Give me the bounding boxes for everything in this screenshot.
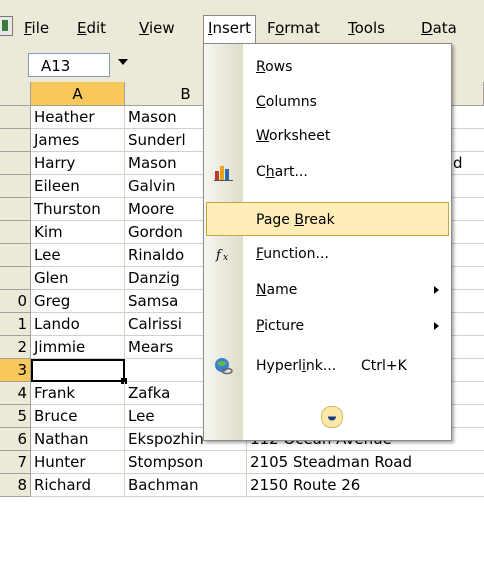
cell-address[interactable]: 2150 Route 26 [247, 474, 484, 497]
row-header[interactable]: 6 [0, 428, 31, 451]
select-all-corner[interactable] [0, 82, 31, 106]
cell-first-name[interactable]: Eileen [31, 175, 125, 198]
name-box[interactable]: A13 [28, 53, 110, 77]
menu-item-label: Hyperlink... [256, 358, 337, 374]
cell-first-name[interactable]: Richard [31, 474, 125, 497]
name-box-dropdown-icon[interactable] [118, 59, 128, 65]
menu-item-label: Name [256, 282, 298, 298]
table-row: 8 Richard Bachman 2150 Route 26 [0, 474, 484, 497]
cell-first-name[interactable]: Bruce [31, 405, 125, 428]
cell-first-name[interactable]: Jimmie [31, 336, 125, 359]
menu-item-columns[interactable]: Columns [204, 85, 451, 119]
cell-first-name[interactable]: Harry [31, 152, 125, 175]
cell-last-name[interactable]: Stompson [125, 451, 247, 474]
menu-item-label: Worksheet [256, 128, 331, 144]
expand-chevron-icon[interactable]: ⯋ [321, 406, 343, 428]
menu-insert[interactable]: Insert [203, 15, 257, 45]
shortcut-label: Ctrl+K [361, 358, 407, 374]
row-header[interactable]: 1 [0, 313, 31, 336]
menu-item-hyperlink[interactable]: Hyperlink... Ctrl+K [204, 349, 451, 383]
row-header[interactable]: 0 [0, 290, 31, 313]
menu-item-chart[interactable]: Chart... [204, 155, 451, 189]
function-icon: fx [215, 248, 228, 263]
insert-menu: Rows Columns Worksheet Chart... Page Break f x… [203, 43, 452, 441]
cell-last-name[interactable]: Bachman [125, 474, 247, 497]
menu-item-label: Rows [256, 59, 293, 75]
cell-first-name[interactable]: Frank [31, 382, 125, 405]
cell-first-name[interactable]: Hunter [31, 451, 125, 474]
cell-first-name[interactable]: Greg [31, 290, 125, 313]
cell-first-name[interactable]: Lee [31, 244, 125, 267]
row-header[interactable] [0, 244, 31, 267]
row-header[interactable]: 3 [0, 359, 31, 382]
row-header[interactable] [0, 106, 31, 129]
submenu-arrow-icon [434, 286, 439, 294]
menu-item-label: Chart... [256, 164, 308, 180]
cell-first-name[interactable]: Lando [31, 313, 125, 336]
chart-icon [214, 166, 233, 181]
menu-item-picture[interactable]: Picture [204, 309, 451, 343]
menu-file[interactable]: File [22, 16, 51, 40]
menu-item-worksheet[interactable]: Worksheet [204, 119, 451, 153]
row-header[interactable] [0, 129, 31, 152]
workbook-icon[interactable] [0, 16, 13, 36]
menu-item-label: Picture [256, 318, 305, 334]
cell-first-name[interactable]: Heather [31, 106, 125, 129]
cell-first-name[interactable]: Glen [31, 267, 125, 290]
menu-item-label: Function... [256, 246, 329, 262]
row-header[interactable]: 7 [0, 451, 31, 474]
row-header[interactable]: 4 [0, 382, 31, 405]
row-header[interactable] [0, 267, 31, 290]
cell-first-name[interactable]: Nathan [31, 428, 125, 451]
row-header[interactable] [0, 221, 31, 244]
menu-data[interactable]: Data [419, 16, 459, 40]
hyperlink-icon [215, 358, 233, 375]
menu-item-rows[interactable]: Rows [204, 50, 451, 84]
row-header[interactable]: 5 [0, 405, 31, 428]
menu-item-function[interactable]: f x Function... [204, 237, 451, 271]
row-header[interactable] [0, 198, 31, 221]
menu-expand-row[interactable]: ⯋ [204, 400, 451, 436]
menu-bar: File Edit View Insert Format Tools Data [0, 0, 484, 49]
cell-first-name[interactable] [31, 359, 125, 382]
svg-text:f: f [215, 248, 223, 263]
menu-item-label: Columns [256, 94, 317, 110]
menu-item-label: Page Break [256, 212, 335, 228]
cell-first-name[interactable]: Thurston [31, 198, 125, 221]
menu-format[interactable]: Format [265, 16, 322, 40]
cell-address[interactable]: 2105 Steadman Road [247, 451, 484, 474]
svg-text:x: x [223, 253, 228, 263]
menu-view[interactable]: View [137, 16, 177, 40]
menu-item-name[interactable]: Name [204, 273, 451, 307]
row-header[interactable]: 2 [0, 336, 31, 359]
row-header[interactable] [0, 152, 31, 175]
row-header[interactable]: 8 [0, 474, 31, 497]
cell-first-name[interactable]: James [31, 129, 125, 152]
table-row: 7 Hunter Stompson 2105 Steadman Road [0, 451, 484, 474]
menu-tools[interactable]: Tools [346, 16, 387, 40]
menu-edit[interactable]: Edit [75, 16, 108, 40]
column-header-a[interactable]: A [31, 82, 125, 106]
menu-item-page-break[interactable]: Page Break [206, 202, 449, 236]
submenu-arrow-icon [434, 322, 439, 330]
cell-first-name[interactable]: Kim [31, 221, 125, 244]
row-header[interactable] [0, 175, 31, 198]
